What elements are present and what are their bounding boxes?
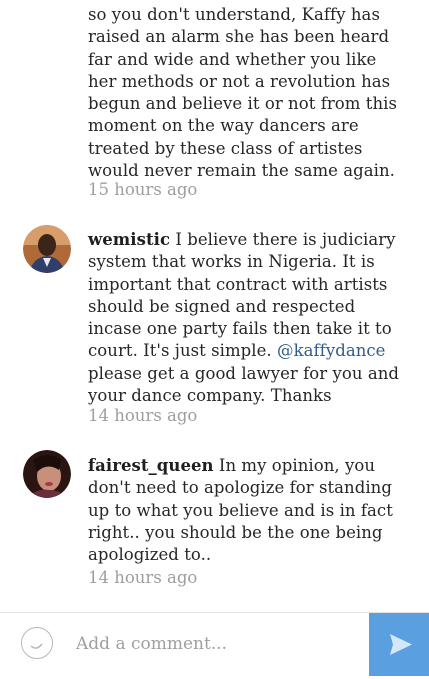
comment-item: so you don't understand, Kaffy has raise… (0, 0, 429, 210)
comment-username[interactable]: fairest_queen (88, 456, 214, 475)
comment-text: fairest_queen In my opinion, you don't n… (88, 456, 393, 565)
smiley-icon-glyph (30, 643, 43, 649)
comment-text: wemistic I believe there is judiciary sy… (88, 230, 400, 406)
comment-input[interactable] (76, 629, 356, 659)
comment-username[interactable]: wemistic (88, 230, 170, 249)
avatar-photo-icon (23, 450, 71, 498)
send-button[interactable] (369, 613, 429, 676)
comment-timestamp: 15 hours ago (88, 180, 198, 199)
comment-timestamp: 14 hours ago (88, 568, 198, 587)
mention-link[interactable]: @kaffydance (277, 341, 385, 360)
avatar[interactable] (23, 225, 71, 273)
comment-composer (0, 612, 429, 676)
avatar-photo-icon (23, 225, 71, 273)
avatar[interactable] (23, 450, 71, 498)
comment-text: so you don't understand, Kaffy has raise… (88, 5, 397, 181)
comment-timestamp: 14 hours ago (88, 406, 198, 425)
send-arrow-icon (390, 634, 412, 655)
smiley-icon[interactable] (21, 627, 53, 659)
